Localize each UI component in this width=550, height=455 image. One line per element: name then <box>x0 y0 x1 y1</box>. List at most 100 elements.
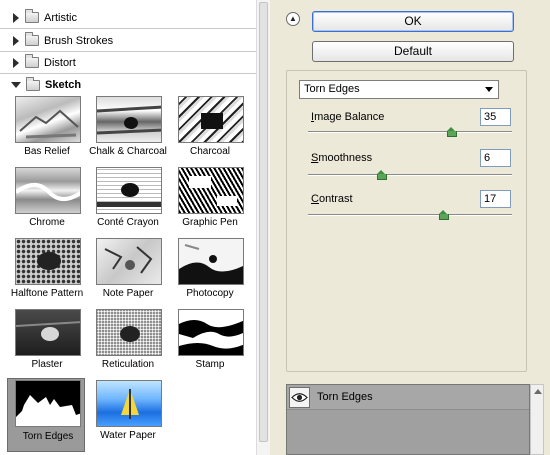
filter-torn-edges[interactable]: Torn Edges <box>7 378 85 452</box>
effect-layer-row[interactable]: Torn Edges <box>287 385 529 410</box>
smoothness-label: Smoothness <box>311 152 373 164</box>
eye-glyph <box>291 393 308 402</box>
image-balance-input[interactable]: 35 <box>480 108 511 126</box>
filter-note-paper[interactable]: Note Paper <box>88 236 166 310</box>
filter-label: Bas Relief <box>24 146 70 157</box>
folder-icon <box>25 54 39 68</box>
filter-charcoal[interactable]: Charcoal <box>170 94 248 168</box>
category-brush-strokes[interactable]: Brush Strokes <box>0 30 256 52</box>
default-button[interactable]: Default <box>312 41 514 62</box>
filter-plaster[interactable]: Plaster <box>7 307 85 381</box>
filter-label: Reticulation <box>101 359 155 370</box>
category-label: Artistic <box>44 11 77 24</box>
contrast-knob[interactable] <box>438 210 449 220</box>
filter-thumbnail <box>178 309 244 356</box>
conte-crayon-preview <box>97 183 161 207</box>
chalk-charcoal-preview <box>97 105 161 135</box>
scrollbar-thumb[interactable] <box>259 2 268 442</box>
filter-conte-crayon[interactable]: Conté Crayon <box>88 165 166 239</box>
image-balance-label: Image Balance <box>311 111 385 123</box>
charcoal-preview <box>201 113 223 129</box>
contrast-label: Contrast <box>311 193 353 205</box>
reticulation-preview <box>120 326 140 342</box>
smoothness-input[interactable]: 6 <box>480 149 511 167</box>
chrome-preview <box>16 183 80 201</box>
layers-scrollbar[interactable] <box>530 384 544 455</box>
filter-label: Photocopy <box>186 288 234 299</box>
filter-label: Stamp <box>195 359 225 370</box>
image-balance-knob[interactable] <box>446 127 457 137</box>
filter-thumbnail <box>178 167 244 214</box>
ok-button[interactable]: OK <box>312 11 514 32</box>
filter-label: Torn Edges <box>22 431 74 442</box>
category-label: Sketch <box>45 79 82 91</box>
effect-layer-label: Torn Edges <box>317 391 373 403</box>
filter-thumbnail <box>15 96 81 143</box>
filter-thumbnail <box>96 167 162 214</box>
filter-graphic-pen[interactable]: Graphic Pen <box>170 165 248 239</box>
photocopy-preview <box>179 244 243 284</box>
filter-stamp[interactable]: Stamp <box>170 307 248 381</box>
filter-photocopy[interactable]: Photocopy <box>170 236 248 310</box>
filter-label: Halftone Pattern <box>10 288 84 299</box>
category-label: Brush Strokes <box>44 34 114 47</box>
collapse-gallery-icon[interactable]: ▲ <box>286 12 300 26</box>
category-label: Distort <box>44 56 76 69</box>
effect-layers-panel: Torn Edges <box>286 384 530 455</box>
filter-reticulation[interactable]: Reticulation <box>88 307 166 381</box>
filter-chalk-charcoal[interactable]: Chalk & Charcoal <box>88 94 167 168</box>
filter-label: Chrome <box>29 217 65 228</box>
contrast-input[interactable]: 17 <box>480 190 511 208</box>
filter-select-value: Torn Edges <box>304 83 360 95</box>
water-paper-preview <box>121 389 139 419</box>
expand-triangle-icon <box>13 57 19 68</box>
filter-bas-relief[interactable]: Bas Relief <box>7 94 85 168</box>
filter-thumbnail <box>15 238 81 285</box>
folder-open-icon <box>26 76 40 91</box>
visibility-eye-icon[interactable] <box>289 387 310 408</box>
category-distort[interactable]: Distort <box>0 52 256 74</box>
filter-thumbnail <box>96 380 162 427</box>
category-sketch[interactable]: Sketch <box>0 74 256 96</box>
gallery-scrollbar[interactable] <box>256 0 270 455</box>
filter-thumbnail <box>96 238 162 285</box>
filter-thumbnail <box>15 309 81 356</box>
image-balance-slider[interactable] <box>308 131 512 133</box>
plaster-preview <box>16 321 80 341</box>
filter-thumbnail <box>15 167 81 214</box>
filter-chrome[interactable]: Chrome <box>7 165 85 239</box>
filter-label: Water Paper <box>100 430 156 441</box>
smoothness-slider[interactable] <box>308 174 512 176</box>
bas-relief-preview <box>19 109 79 139</box>
folder-icon <box>25 32 39 46</box>
filter-thumbnail <box>178 96 244 143</box>
filter-label: Chalk & Charcoal <box>89 146 167 157</box>
expand-triangle-icon <box>13 35 19 46</box>
category-artistic[interactable]: Artistic <box>0 7 256 29</box>
filter-thumbnail <box>96 96 162 143</box>
filter-select[interactable]: Torn Edges <box>299 80 499 99</box>
filter-label: Conté Crayon <box>97 217 159 228</box>
filter-thumbnail <box>15 380 81 427</box>
graphic-pen-preview <box>189 176 237 206</box>
filter-thumbnail <box>96 309 162 356</box>
halftone-pattern-preview <box>37 252 61 270</box>
filter-thumbnail <box>178 238 244 285</box>
expand-triangle-icon <box>13 12 19 23</box>
collapse-triangle-icon <box>11 82 21 88</box>
filter-label: Charcoal <box>189 146 231 157</box>
scroll-up-arrow-icon[interactable] <box>534 389 542 394</box>
filter-water-paper[interactable]: Water Paper <box>88 378 166 452</box>
stamp-preview <box>179 320 243 355</box>
dropdown-arrow-icon <box>485 87 493 92</box>
filter-label: Plaster <box>31 359 63 370</box>
filter-label: Note Paper <box>102 288 154 299</box>
contrast-slider[interactable] <box>308 214 512 216</box>
folder-icon <box>25 9 39 23</box>
filter-label: Graphic Pen <box>182 217 238 228</box>
torn-edges-preview <box>16 395 80 426</box>
filter-gallery: Artistic Brush Strokes Distort Sketch Ba… <box>0 0 270 455</box>
note-paper-preview <box>104 246 153 274</box>
smoothness-knob[interactable] <box>377 170 388 180</box>
filter-halftone-pattern[interactable]: Halftone Pattern <box>7 236 85 310</box>
